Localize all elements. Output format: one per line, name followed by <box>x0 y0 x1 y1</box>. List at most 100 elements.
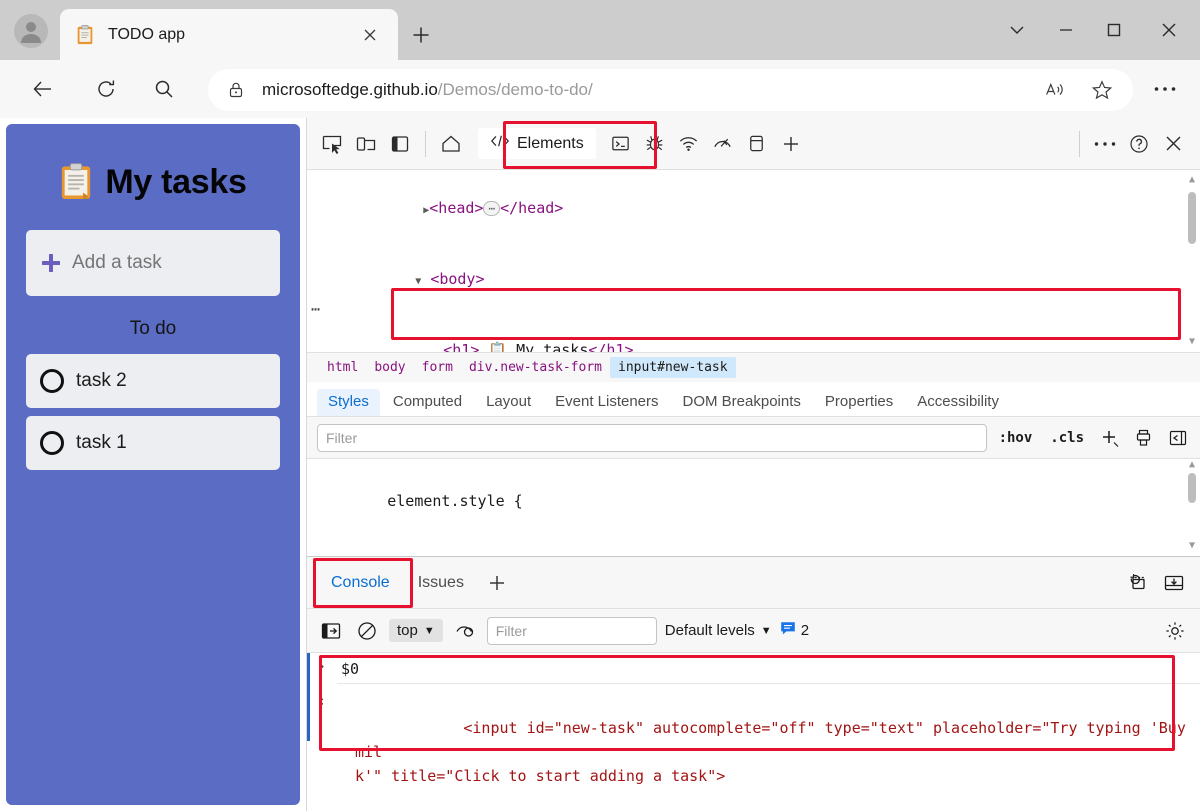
sources-bug-icon[interactable] <box>638 127 672 161</box>
hov-toggle-button[interactable]: :hov <box>993 427 1039 449</box>
chevron-down-icon: ▼ <box>424 625 435 637</box>
tab-computed[interactable]: Computed <box>382 389 473 416</box>
devtools-close-icon[interactable] <box>1156 127 1190 161</box>
network-wifi-icon[interactable] <box>672 127 706 161</box>
window-close-button[interactable] <box>1152 13 1186 47</box>
breadcrumb-item-html[interactable]: html <box>319 357 366 378</box>
browser-more-icon[interactable] <box>1149 74 1181 104</box>
dock-side-icon[interactable] <box>383 127 417 161</box>
avatar[interactable] <box>14 14 48 48</box>
tab-issues[interactable]: Issues <box>406 568 476 598</box>
search-icon[interactable] <box>147 72 181 106</box>
scroll-up-arrow[interactable]: ▲ <box>1186 459 1198 471</box>
dom-tree-scrollbar[interactable]: ▲ ▼ <box>1186 174 1198 348</box>
console-output[interactable]: › $0 ‹ <input id="new-task" autocomplete… <box>307 653 1200 811</box>
scroll-down-arrow[interactable]: ▼ <box>1186 540 1198 552</box>
print-media-icon[interactable] <box>1130 425 1158 451</box>
breadcrumb-item-body[interactable]: body <box>366 357 413 378</box>
minimize-button[interactable] <box>1049 13 1083 47</box>
read-aloud-icon[interactable] <box>1039 75 1069 105</box>
console-message-count[interactable]: 2 <box>780 621 809 640</box>
star-icon[interactable] <box>1087 75 1117 105</box>
plus-new-style-rule-icon[interactable] <box>1096 425 1124 451</box>
address-host: microsoftedge.github.io <box>262 80 438 99</box>
devtools-drawer: Console Issues <box>307 556 1200 811</box>
performance-gauge-icon[interactable] <box>706 127 740 161</box>
tab-styles[interactable]: Styles <box>317 389 380 416</box>
address-bar[interactable]: microsoftedge.github.io/Demos/demo-to-do… <box>208 69 1133 111</box>
code-brackets-icon <box>490 133 510 154</box>
tab-accessibility[interactable]: Accessibility <box>906 389 1010 416</box>
console-context-label: top <box>397 622 418 639</box>
application-storage-icon[interactable] <box>740 127 774 161</box>
close-icon[interactable] <box>356 21 384 49</box>
scroll-down-arrow[interactable]: ▼ <box>1186 336 1198 348</box>
console-toolbar: top ▼ Default levels ▼ <box>307 609 1200 653</box>
clipboard-icon <box>74 24 96 46</box>
tab-event-listeners[interactable]: Event Listeners <box>544 389 669 416</box>
help-icon[interactable] <box>1122 127 1156 161</box>
tab-properties[interactable]: Properties <box>814 389 904 416</box>
task-checkbox[interactable] <box>40 369 64 393</box>
console-sidebar-icon[interactable] <box>317 618 345 644</box>
console-filter-input[interactable] <box>487 617 657 645</box>
dock-bottom-icon[interactable] <box>1157 566 1191 600</box>
browser-tab[interactable]: TODO app <box>60 9 398 60</box>
styles-rules-list[interactable]: element.style { } .new-task-form #new-ta… <box>307 459 1200 552</box>
clear-console-icon[interactable] <box>353 618 381 644</box>
styles-scrollbar[interactable]: ▲ ▼ <box>1186 459 1198 552</box>
toolbar-divider <box>425 131 426 157</box>
dom-node-h1[interactable]: <h1> 📋 My tasks</h1> <box>307 316 1200 352</box>
maximize-button[interactable] <box>1097 13 1131 47</box>
clipboard-icon <box>59 162 93 202</box>
new-task-input[interactable] <box>72 252 300 274</box>
cls-toggle-button[interactable]: .cls <box>1044 427 1090 449</box>
inspect-element-icon[interactable] <box>315 127 349 161</box>
scrollbar-thumb[interactable] <box>1188 473 1196 503</box>
list-item-label: task 2 <box>76 370 127 392</box>
reload-icon[interactable] <box>89 72 123 106</box>
collapsed-content-badge[interactable]: ⋯ <box>483 201 500 216</box>
todo-section-title: To do <box>26 318 280 340</box>
style-rule-element-style[interactable]: element.style { <box>315 465 1200 537</box>
scroll-up-arrow[interactable]: ▲ <box>1186 174 1198 186</box>
tab-layout[interactable]: Layout <box>475 389 542 416</box>
home-icon[interactable] <box>434 127 468 161</box>
collapse-sidebar-icon[interactable] <box>1164 425 1192 451</box>
drawer-add-tab-icon[interactable] <box>480 566 514 600</box>
tab-dom-breakpoints[interactable]: DOM Breakpoints <box>672 389 812 416</box>
new-tab-button[interactable] <box>404 18 438 52</box>
live-expression-icon[interactable] <box>451 618 479 644</box>
devtools-more-icon[interactable] <box>1088 127 1122 161</box>
tab-console[interactable]: Console <box>319 568 402 598</box>
gear-icon[interactable] <box>1161 618 1189 644</box>
dom-node-menu-icon[interactable]: ⋯ <box>311 300 321 318</box>
breadcrumb-item-input[interactable]: input#new-task <box>610 357 736 378</box>
task-checkbox[interactable] <box>40 431 64 455</box>
restore-drawer-icon[interactable] <box>1119 566 1153 600</box>
dom-tree[interactable]: ▶<head>⋯</head> ▼ <body> <h1> 📋 My tasks… <box>307 170 1200 352</box>
more-tabs-plus-icon[interactable] <box>774 127 808 161</box>
console-levels-label: Default levels <box>665 622 755 639</box>
scrollbar-thumb[interactable] <box>1188 192 1196 244</box>
new-task-form[interactable] <box>26 230 280 296</box>
list-item[interactable]: task 2 <box>26 354 280 408</box>
styles-filter-row: :hov .cls <box>307 417 1200 459</box>
console-result-row: ‹ <input id="new-task" autocomplete="off… <box>307 684 1200 811</box>
sidebar-tabs[interactable]: Styles Computed Layout Event Listeners D… <box>307 382 1200 417</box>
breadcrumb-item-div[interactable]: div.new-task-form <box>461 357 610 378</box>
device-emulation-icon[interactable] <box>349 127 383 161</box>
tab-elements[interactable]: Elements <box>478 128 596 159</box>
console-context-selector[interactable]: top ▼ <box>389 619 443 642</box>
console-icon[interactable] <box>604 127 638 161</box>
dom-node-body[interactable]: ▼ <body> <box>307 245 1200 316</box>
breadcrumb[interactable]: html body form div.new-task-form input#n… <box>307 352 1200 382</box>
chevron-down-icon[interactable] <box>1000 13 1034 47</box>
console-output-marker: ‹ <box>317 692 341 811</box>
dom-node-head[interactable]: ▶<head>⋯</head> <box>307 174 1200 245</box>
back-arrow-icon[interactable] <box>26 72 60 106</box>
console-levels-selector[interactable]: Default levels ▼ <box>665 622 772 639</box>
list-item[interactable]: task 1 <box>26 416 280 470</box>
styles-filter-input[interactable] <box>317 424 987 452</box>
breadcrumb-item-form[interactable]: form <box>414 357 461 378</box>
